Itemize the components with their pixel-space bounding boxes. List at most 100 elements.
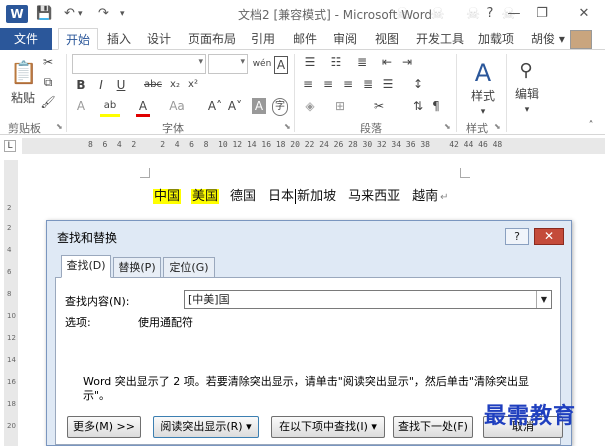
align-left-icon[interactable]: ≡ <box>300 76 316 92</box>
bullets-icon[interactable]: ☰ <box>300 54 320 70</box>
clipboard-group-label: 剪贴板 <box>8 122 41 135</box>
document-word[interactable]: 德国 <box>229 189 257 204</box>
chevron-down-icon[interactable]: ▾ <box>478 104 488 120</box>
bold-icon[interactable]: B <box>74 77 88 93</box>
change-case-icon[interactable]: Aa <box>166 98 188 114</box>
tab-view[interactable]: 视图 <box>370 28 404 50</box>
collapse-ribbon-icon[interactable]: ˄ <box>584 118 598 134</box>
distributed-icon[interactable]: ☰ <box>380 76 396 92</box>
tab-selector-icon[interactable]: L <box>4 140 16 152</box>
help-icon[interactable]: ? <box>478 4 502 24</box>
tab-goto[interactable]: 定位(G) <box>163 257 215 278</box>
tab-developer[interactable]: 开发工具 <box>412 28 468 50</box>
subscript-icon[interactable]: x₂ <box>168 77 182 93</box>
char-border-icon[interactable]: A <box>274 56 288 74</box>
tab-insert[interactable]: 插入 <box>102 28 136 50</box>
redo-icon[interactable]: ↷ <box>98 5 109 23</box>
italic-icon[interactable]: I <box>94 77 108 93</box>
paragraph-launcher-icon[interactable]: ⬊ <box>444 122 451 131</box>
tab-file[interactable]: 文件 <box>0 28 52 50</box>
reading-highlight-button[interactable]: 阅读突出显示(R) ▾ <box>153 416 259 438</box>
editing-button-label[interactable]: 编辑 <box>510 86 544 102</box>
chevron-down-icon[interactable]: ▼ <box>536 291 551 308</box>
tab-design[interactable]: 设计 <box>142 28 176 50</box>
tab-mailings[interactable]: 邮件 <box>288 28 322 50</box>
copy-icon[interactable]: ⧉ <box>40 74 56 90</box>
undo-dropdown-icon[interactable]: ▾ <box>78 5 83 23</box>
tab-addins[interactable]: 加载项 <box>474 28 518 50</box>
clipboard-launcher-icon[interactable]: ⬊ <box>56 122 63 131</box>
font-size-combo[interactable]: ▾ <box>208 54 248 74</box>
binoculars-icon[interactable]: ⚲ <box>514 58 538 84</box>
superscript-icon[interactable]: x² <box>186 77 200 93</box>
font-launcher-icon[interactable]: ⬊ <box>284 122 291 131</box>
options-label: 选项: <box>65 316 91 329</box>
show-marks-icon[interactable]: ¶ <box>428 98 444 114</box>
document-word[interactable]: 马来西亚 <box>347 189 401 204</box>
find-next-button[interactable]: 查找下一处(F) <box>393 416 473 438</box>
horizontal-ruler[interactable]: 8 6 4 2 2 4 6 8 10 12 14 16 18 20 22 24 … <box>22 138 605 154</box>
document-word[interactable]: 日本 <box>267 189 297 204</box>
char-shading-icon[interactable]: A <box>252 98 266 114</box>
justify-icon[interactable]: ≣ <box>360 76 376 92</box>
customize-qat-icon[interactable]: ▾ <box>120 5 125 23</box>
increase-indent-icon[interactable]: ⇥ <box>398 54 416 70</box>
undo-icon[interactable]: ↶ <box>64 5 75 23</box>
font-color-icon[interactable]: A <box>136 98 150 117</box>
vertical-ruler[interactable]: 2 2 4 6 8 10 12 14 16 18 20 <box>4 160 18 446</box>
tab-review[interactable]: 审阅 <box>328 28 362 50</box>
tab-replace[interactable]: 替换(P) <box>113 257 161 278</box>
paste-icon[interactable]: 📋 <box>10 58 37 90</box>
decrease-indent-icon[interactable]: ⇤ <box>378 54 396 70</box>
styles-launcher-icon[interactable]: ⬊ <box>494 122 501 131</box>
strikethrough-icon[interactable]: abc <box>142 77 164 93</box>
document-text-line[interactable]: 中国 美国 德国 日本 新加坡 马来西亚 越南 ↵ <box>153 185 450 204</box>
phonetic-guide-icon[interactable]: wén <box>252 56 272 72</box>
tab-home[interactable]: 开始 <box>58 28 98 50</box>
more-button[interactable]: 更多(M) >> <box>67 416 141 438</box>
tab-page-layout[interactable]: 页面布局 <box>184 28 240 50</box>
watermark-logo: 最需教育 <box>484 403 577 429</box>
align-right-icon[interactable]: ≡ <box>340 76 356 92</box>
word-app-icon[interactable]: W <box>6 5 28 23</box>
chevron-down-icon[interactable]: ▾ <box>522 102 532 118</box>
avatar[interactable] <box>570 30 592 49</box>
font-group-label: 字体 <box>162 122 184 135</box>
document-word[interactable]: 新加坡 <box>296 189 337 204</box>
numbering-icon[interactable]: ☷ <box>326 54 346 70</box>
styles-button-label[interactable]: 样式 <box>466 88 500 104</box>
sort-icon[interactable]: ⇅ <box>410 98 426 114</box>
highlighted-word[interactable]: 美国 <box>191 189 220 204</box>
line-spacing-icon[interactable]: ↕ <box>408 76 428 92</box>
save-icon[interactable]: 💾 <box>36 5 52 23</box>
find-in-button[interactable]: 在以下项中查找(I) ▾ <box>271 416 385 438</box>
cut-icon[interactable]: ✂ <box>40 54 56 70</box>
document-word[interactable]: 越南 <box>411 189 439 204</box>
shading-icon[interactable]: ◈ <box>300 98 320 114</box>
text-effects-icon[interactable]: A <box>74 98 88 114</box>
minimize-icon[interactable]: — <box>502 4 526 24</box>
align-center-icon[interactable]: ≡ <box>320 76 336 92</box>
underline-icon[interactable]: U <box>114 77 128 93</box>
enclose-chars-icon[interactable]: 字 <box>272 98 288 116</box>
user-account[interactable]: 胡俊 ▾ <box>531 28 565 50</box>
font-name-combo[interactable]: ▾ <box>72 54 206 74</box>
tab-references[interactable]: 引用 <box>246 28 280 50</box>
chinese-layout-icon[interactable]: ✂ <box>368 98 390 114</box>
ruler-number: 16 <box>7 378 16 386</box>
find-what-input[interactable]: [中美]国 ▼ <box>184 290 552 309</box>
format-painter-icon[interactable]: 🖌 <box>40 94 56 110</box>
tab-find[interactable]: 查找(D) <box>61 255 111 278</box>
grow-font-icon[interactable]: A˄ <box>206 98 224 114</box>
paste-button-label[interactable]: 粘贴 <box>8 90 38 106</box>
highlight-color-icon[interactable]: ab <box>100 98 120 117</box>
dialog-help-button[interactable]: ? <box>505 228 529 245</box>
close-icon[interactable]: ✕ <box>572 4 596 24</box>
styles-icon[interactable]: A <box>468 58 498 88</box>
dialog-close-button[interactable]: ✕ <box>534 228 564 245</box>
highlighted-word[interactable]: 中国 <box>153 189 182 204</box>
shrink-font-icon[interactable]: A˅ <box>226 98 244 114</box>
borders-icon[interactable]: ⊞ <box>330 98 350 114</box>
multilevel-list-icon[interactable]: ≣ <box>352 54 372 70</box>
restore-icon[interactable]: ❐ <box>530 4 554 24</box>
